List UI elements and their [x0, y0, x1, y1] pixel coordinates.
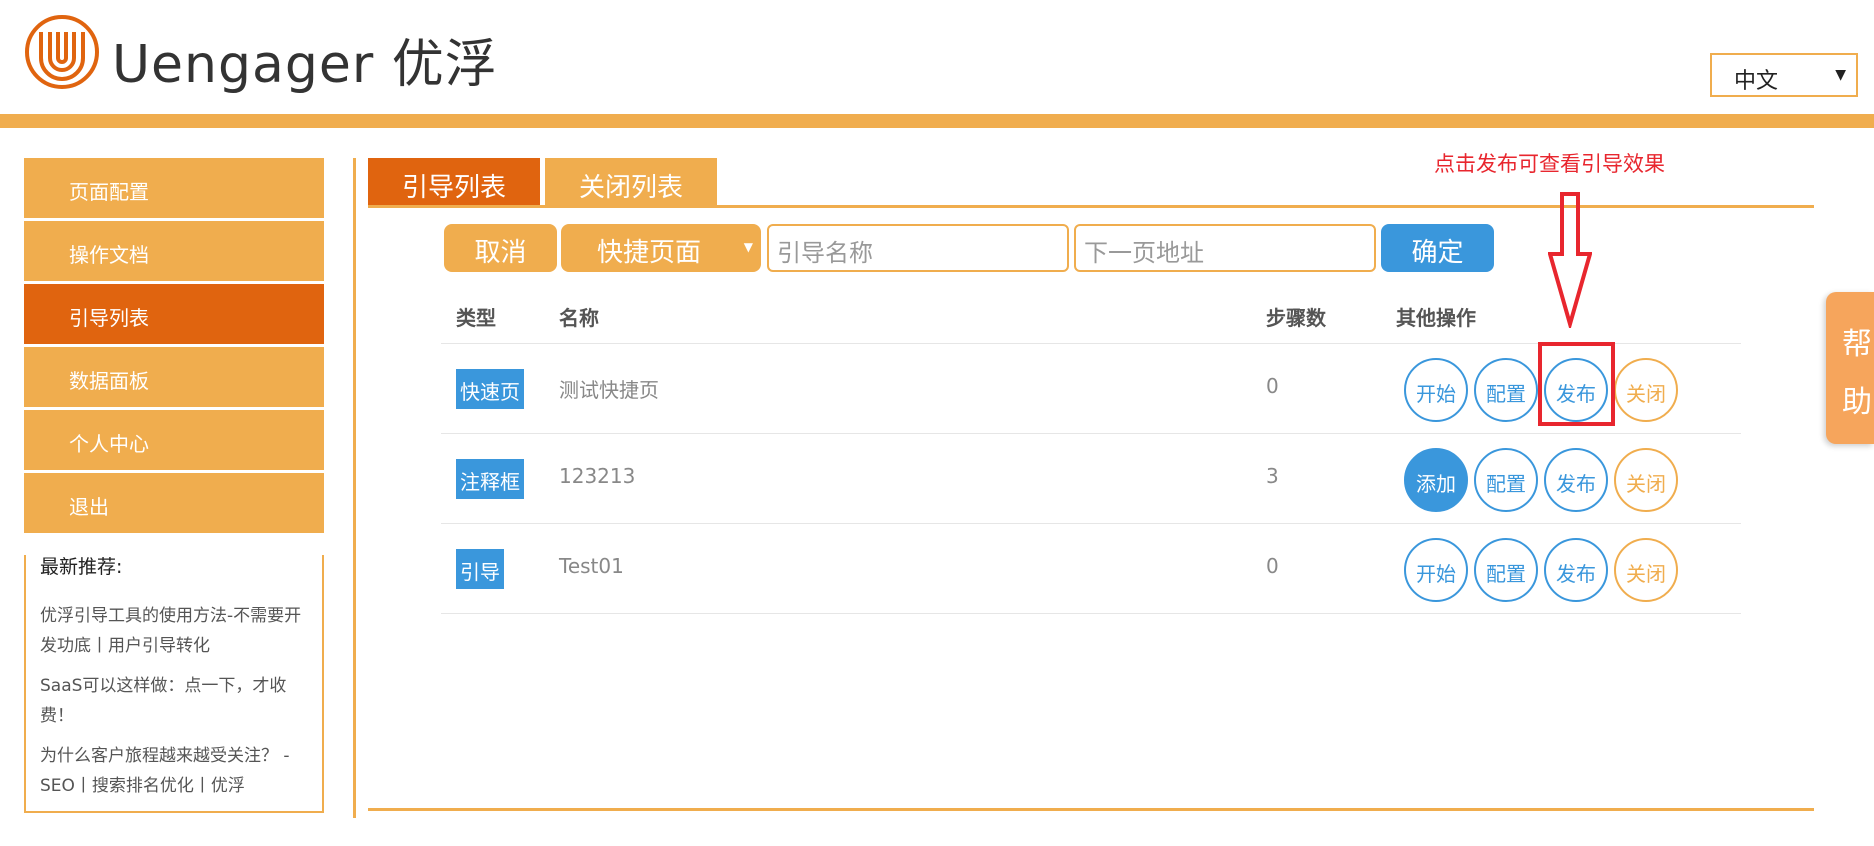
guide-name: 123213 [559, 464, 636, 488]
guide-table: 类型 名称 步骤数 其他操作 快速页 测试快捷页 0 开始 配置 发布 关闭 注… [441, 290, 1741, 614]
guide-type-select[interactable]: 快捷页面 ▼ [561, 224, 761, 272]
dropdown-caret-icon: ▼ [1835, 67, 1846, 83]
config-button[interactable]: 配置 [1474, 448, 1538, 512]
sidebar: 页面配置 操作文档 引导列表 数据面板 个人中心 退出 [24, 158, 324, 536]
close-button[interactable]: 关闭 [1614, 538, 1678, 602]
next-page-url-input[interactable]: 下一页地址 [1074, 224, 1376, 272]
table-header: 类型 名称 步骤数 其他操作 [441, 290, 1741, 344]
confirm-button[interactable]: 确定 [1381, 224, 1494, 272]
close-button[interactable]: 关闭 [1614, 358, 1678, 422]
dropdown-caret-icon: ▼ [743, 240, 753, 254]
sidebar-item-logout[interactable]: 退出 [24, 473, 324, 533]
tab-closed-list[interactable]: 关闭列表 [545, 158, 717, 208]
table-row: 引导 Test01 0 开始 配置 发布 关闭 [441, 524, 1741, 614]
guide-type-value: 快捷页面 [597, 238, 702, 268]
type-badge: 快速页 [456, 369, 524, 409]
guide-name: Test01 [559, 554, 624, 578]
sidebar-item-guide-list[interactable]: 引导列表 [24, 284, 324, 344]
recommend-link[interactable]: SaaS可以这样做：点一下，才收费！ [40, 671, 308, 731]
publish-button[interactable]: 发布 [1544, 538, 1608, 602]
recommend-link[interactable]: 优浮引导工具的使用方法-不需要开发功底丨用户引导转化 [40, 601, 308, 661]
header-steps: 步骤数 [1266, 306, 1326, 330]
help-label-1: 帮 [1842, 327, 1872, 362]
uengager-logo-icon[interactable] [24, 14, 100, 90]
config-button[interactable]: 配置 [1474, 358, 1538, 422]
brand-name: Uengager 优浮 [112, 35, 498, 95]
language-value: 中文 [1734, 69, 1779, 94]
recommend-link[interactable]: 为什么客户旅程越来越受关注？ -SEO丨搜索排名优化丨优浮 [40, 741, 308, 801]
start-button[interactable]: 开始 [1404, 538, 1468, 602]
header: Uengager 优浮 中文 ▼ [0, 0, 1874, 114]
header-ops: 其他操作 [1396, 306, 1476, 330]
type-badge: 引导 [456, 549, 504, 589]
guide-name-input[interactable]: 引导名称 [767, 224, 1069, 272]
main-left-border [353, 158, 356, 818]
guide-name: 测试快捷页 [559, 378, 659, 402]
recommend-title: 最新推荐: [40, 556, 123, 578]
publish-button[interactable]: 发布 [1544, 448, 1608, 512]
step-count: 3 [1266, 464, 1279, 488]
tabs-underline [368, 205, 1814, 208]
recommend-panel: 最新推荐: 优浮引导工具的使用方法-不需要开发功底丨用户引导转化 SaaS可以这… [24, 555, 324, 813]
step-count: 0 [1266, 374, 1279, 398]
help-label-2: 助 [1842, 385, 1872, 420]
add-button[interactable]: 添加 [1404, 448, 1468, 512]
start-button[interactable]: 开始 [1404, 358, 1468, 422]
help-tab[interactable]: 帮 助 [1826, 292, 1874, 444]
header-name: 名称 [559, 306, 599, 330]
sidebar-item-dashboard[interactable]: 数据面板 [24, 347, 324, 407]
cancel-button[interactable]: 取消 [444, 224, 557, 272]
type-badge: 注释框 [456, 459, 524, 499]
down-arrow-icon [1548, 192, 1592, 328]
config-button[interactable]: 配置 [1474, 538, 1538, 602]
sidebar-item-docs[interactable]: 操作文档 [24, 221, 324, 281]
sidebar-item-profile[interactable]: 个人中心 [24, 410, 324, 470]
highlight-box [1538, 342, 1615, 426]
step-count: 0 [1266, 554, 1279, 578]
content-bottom-border [368, 808, 1814, 811]
annotation-text: 点击发布可查看引导效果 [1434, 152, 1665, 176]
header-type: 类型 [456, 306, 496, 330]
header-divider [0, 114, 1874, 128]
close-button[interactable]: 关闭 [1614, 448, 1678, 512]
sidebar-item-page-config[interactable]: 页面配置 [24, 158, 324, 218]
tab-guide-list[interactable]: 引导列表 [368, 158, 540, 208]
language-select[interactable]: 中文 ▼ [1710, 53, 1858, 97]
table-row: 注释框 123213 3 添加 配置 发布 关闭 [441, 434, 1741, 524]
